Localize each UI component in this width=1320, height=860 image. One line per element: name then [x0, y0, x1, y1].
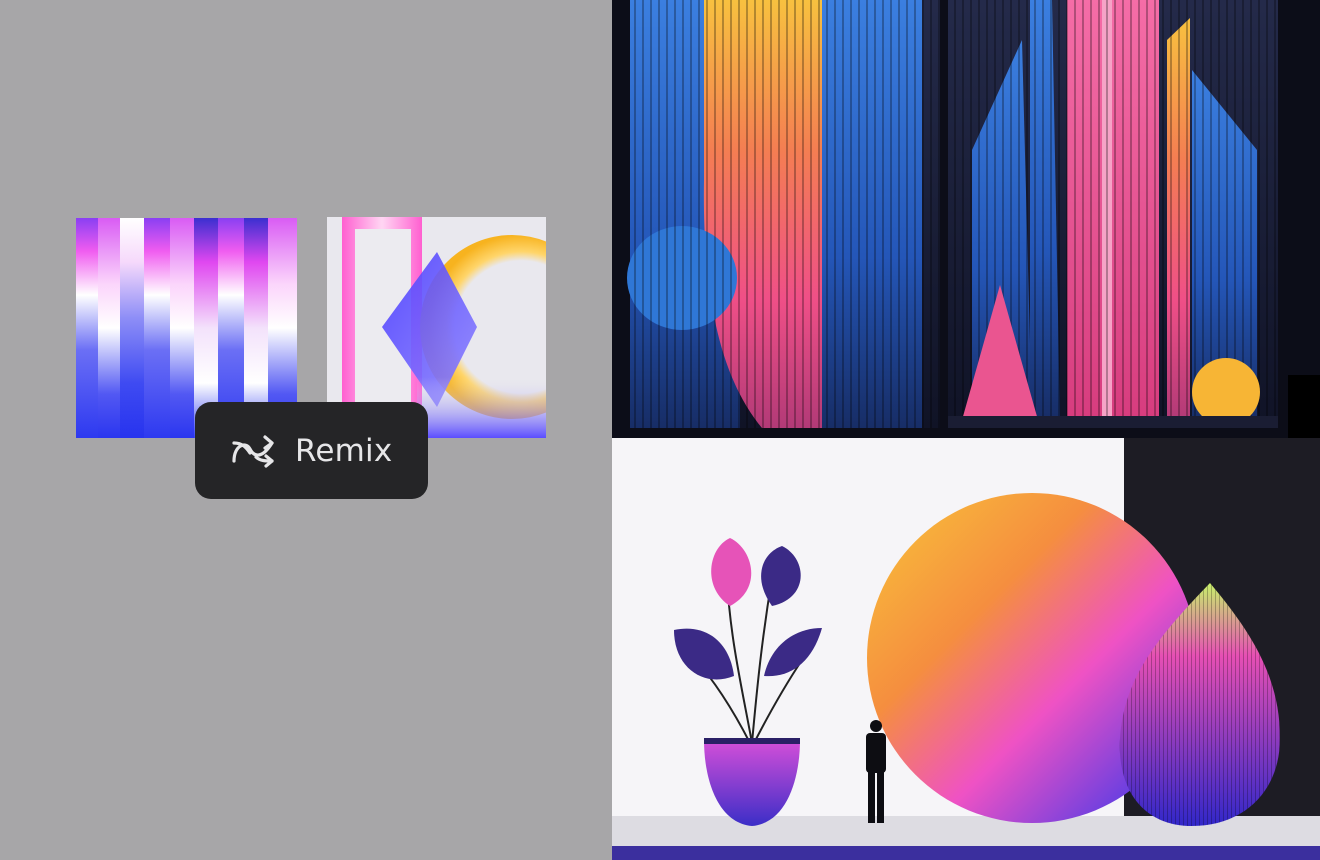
output-image-architecture[interactable]: [612, 0, 1320, 438]
remix-button-label: Remix: [295, 432, 393, 469]
output-image-scene[interactable]: [612, 438, 1320, 860]
remix-button[interactable]: Remix: [195, 402, 428, 499]
canvas: Remix: [0, 0, 1320, 860]
shuffle-icon: [232, 434, 274, 468]
